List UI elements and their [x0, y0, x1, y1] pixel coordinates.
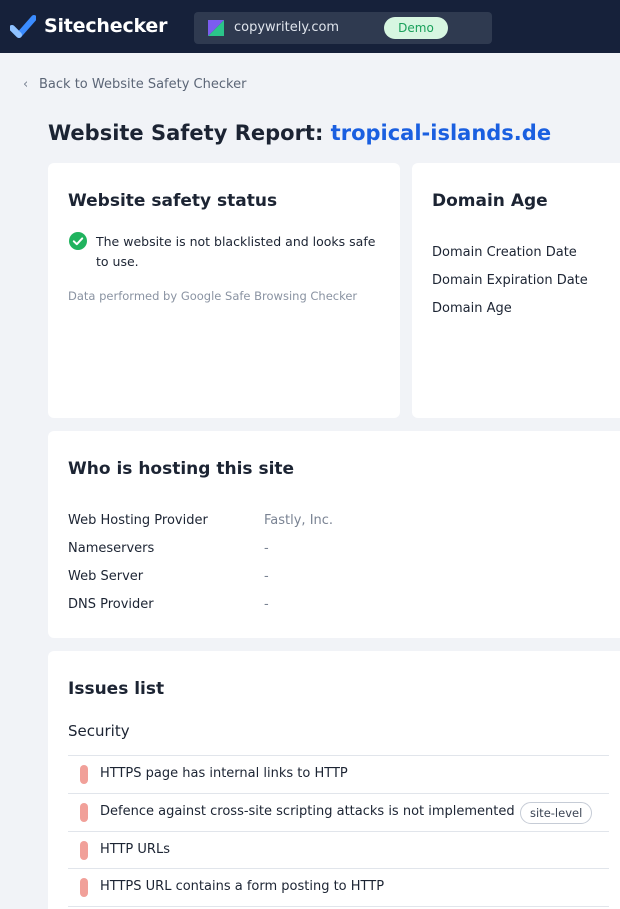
page-title: Website Safety Report: tropical-islands.… [48, 121, 551, 145]
hosting-provider-label: Web Hosting Provider [68, 513, 208, 528]
safety-data-source: Data performed by Google Safe Browsing C… [68, 289, 358, 303]
back-link[interactable]: ‹ Back to Website Safety Checker [23, 77, 246, 92]
web-server-label: Web Server [68, 569, 144, 584]
page-title-prefix: Website Safety Report: [48, 121, 324, 145]
issue-row[interactable]: Defence against cross-site scripting att… [68, 793, 609, 831]
safety-status-card: Website safety status The website is not… [48, 163, 400, 418]
domain-age-heading: Domain Age [432, 191, 548, 211]
nameservers-label: Nameservers [68, 541, 155, 556]
top-navigation-bar: Sitechecker copywritely.com Demo [0, 0, 620, 53]
issue-text: HTTPS URL contains a form posting to HTT… [100, 879, 385, 894]
hosting-card: Who is hosting this site Web Hosting Pro… [48, 431, 620, 638]
nameservers-value: - [264, 541, 269, 556]
page-title-domain[interactable]: tropical-islands.de [331, 121, 551, 145]
domain-creation-date-label: Domain Creation Date [432, 245, 577, 260]
issue-text: HTTPS page has internal links to HTTP [100, 766, 348, 781]
issue-severity-marker [80, 841, 88, 860]
safety-status-heading: Website safety status [68, 191, 278, 211]
domain-age-label: Domain Age [432, 301, 512, 316]
issue-text: HTTP URLs [100, 842, 170, 857]
check-circle-icon [69, 232, 87, 250]
issues-card: Issues list Security HTTPS page has inte… [48, 651, 620, 909]
brand-name[interactable]: Sitechecker [44, 15, 167, 37]
issues-section-security: Security [68, 722, 130, 740]
issue-row[interactable]: HTTPS URL contains a form posting to HTT… [68, 868, 609, 906]
dns-provider-label: DNS Provider [68, 597, 154, 612]
safety-status-text: The website is not blacklisted and looks… [96, 234, 376, 269]
issue-severity-marker [80, 803, 88, 822]
issue-text: Defence against cross-site scripting att… [100, 804, 515, 819]
back-link-label: Back to Website Safety Checker [39, 77, 247, 92]
dns-provider-value: - [264, 597, 269, 612]
domain-expiration-date-label: Domain Expiration Date [432, 273, 588, 288]
issue-severity-marker [80, 878, 88, 897]
issue-row[interactable]: HTTPS page has internal links to HTTP [68, 755, 609, 793]
demo-badge: Demo [384, 17, 448, 39]
hosting-heading: Who is hosting this site [68, 459, 295, 479]
project-selector[interactable]: copywritely.com Demo [194, 12, 492, 44]
sitechecker-logo-icon[interactable] [10, 15, 36, 39]
project-domain: copywritely.com [234, 20, 340, 35]
issue-row[interactable]: HTTP URLs [68, 831, 609, 869]
chevron-left-icon: ‹ [23, 77, 29, 92]
issue-row-divider [68, 906, 609, 907]
domain-age-card: Domain Age Domain Creation Date Domain E… [412, 163, 620, 418]
issues-heading: Issues list [68, 679, 165, 699]
hosting-provider-value: Fastly, Inc. [264, 513, 334, 528]
web-server-value: - [264, 569, 269, 584]
site-level-badge: site-level [520, 802, 593, 824]
project-favicon-icon [208, 20, 224, 36]
issue-severity-marker [80, 765, 88, 784]
